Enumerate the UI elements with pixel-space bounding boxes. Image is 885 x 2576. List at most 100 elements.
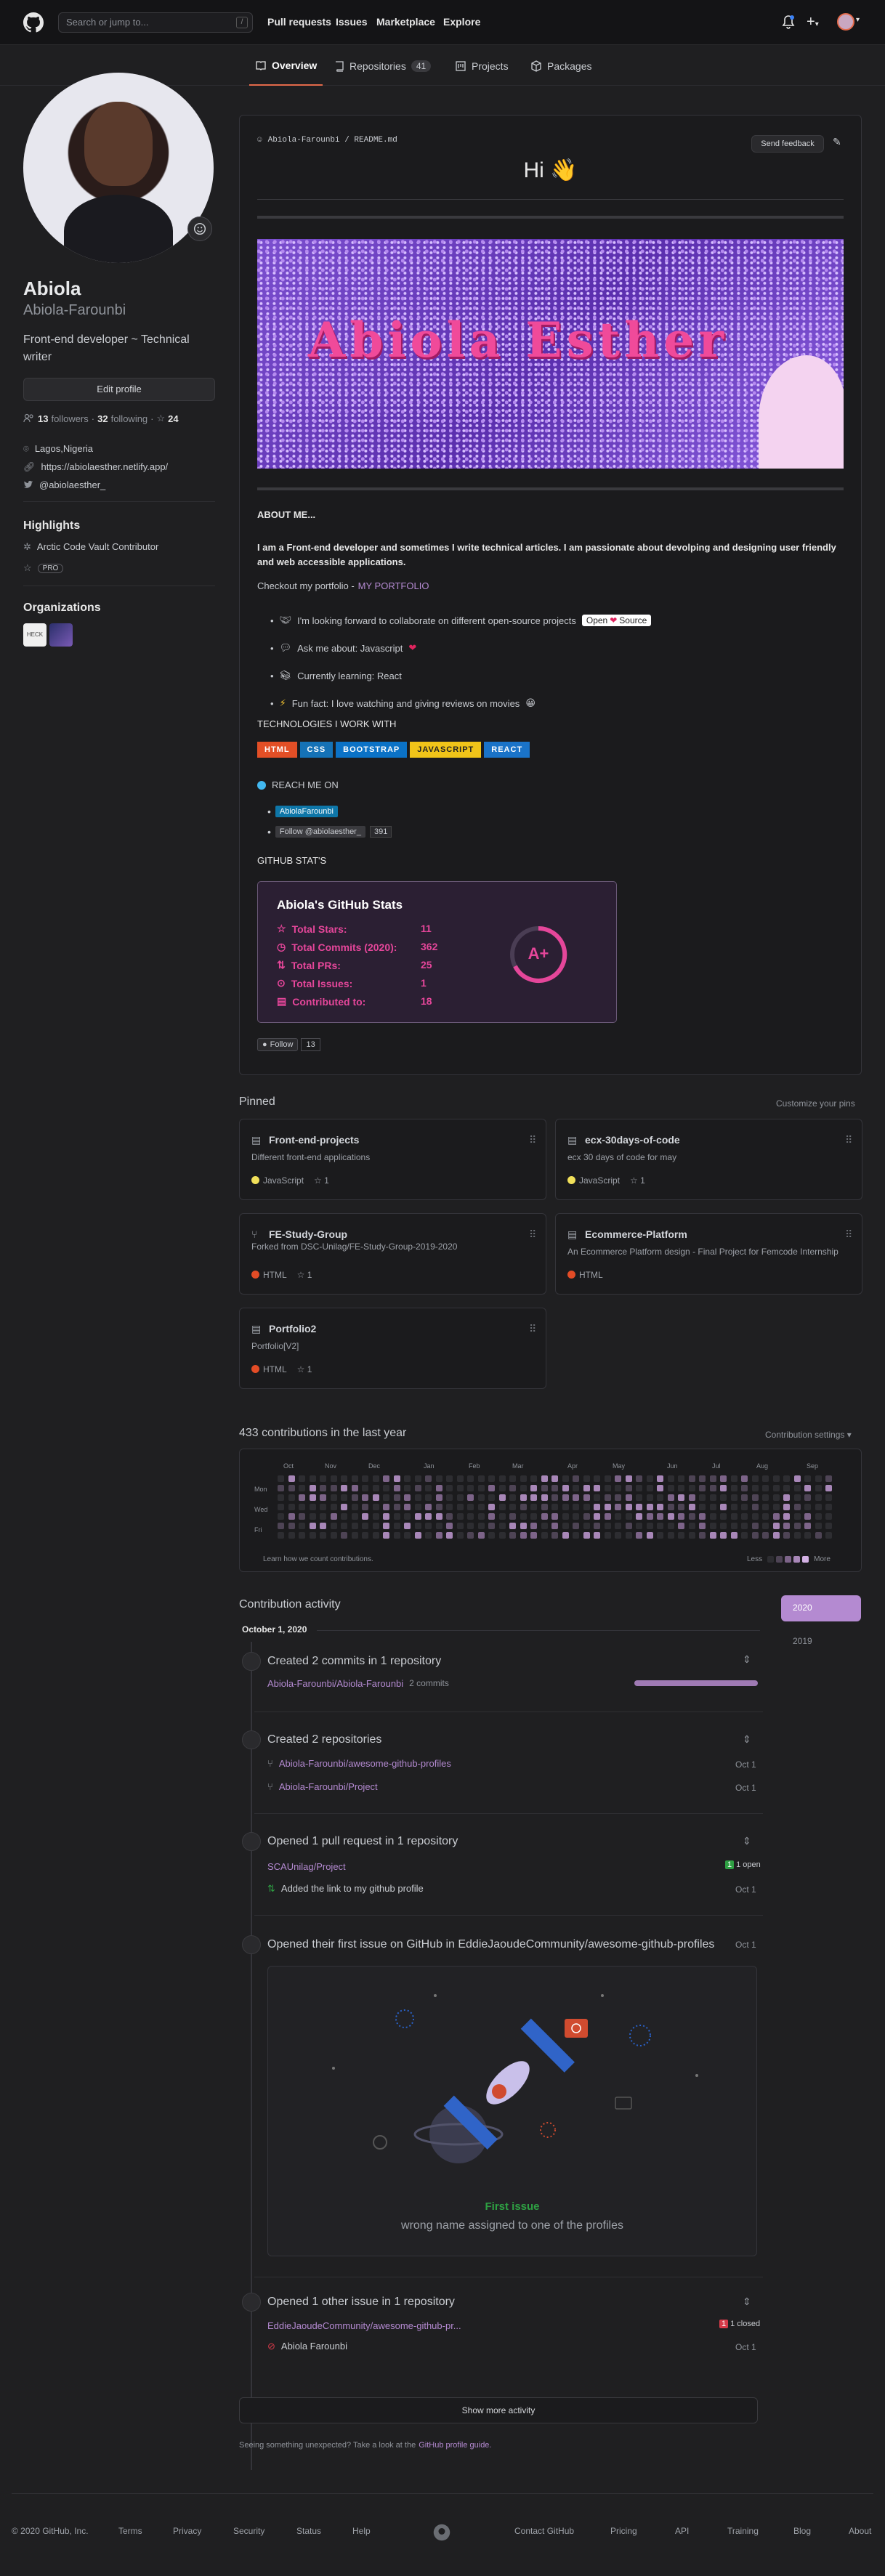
linkedin-badge[interactable]: AbiolaFarounbi <box>275 806 338 817</box>
contribution-day[interactable] <box>720 1475 727 1482</box>
contribution-day[interactable] <box>699 1523 706 1529</box>
contribution-day[interactable] <box>488 1523 495 1529</box>
contribution-day[interactable] <box>446 1485 453 1491</box>
contribution-day[interactable] <box>362 1485 368 1491</box>
footer-link-security[interactable]: Security <box>233 2526 264 2536</box>
contribution-day[interactable] <box>320 1504 326 1510</box>
contribution-day[interactable] <box>520 1513 527 1520</box>
followers-count[interactable]: 13 <box>38 413 48 424</box>
contribution-day[interactable] <box>446 1475 453 1482</box>
contribution-day[interactable] <box>604 1475 611 1482</box>
contribution-day[interactable] <box>383 1513 389 1520</box>
contribution-day[interactable] <box>762 1504 769 1510</box>
contribution-day[interactable] <box>351 1523 358 1529</box>
contribution-settings-dropdown[interactable]: Contribution settings ▾ <box>765 1430 852 1440</box>
contribution-day[interactable] <box>688 1475 695 1482</box>
contribution-day[interactable] <box>730 1523 738 1529</box>
contribution-day[interactable] <box>509 1532 516 1539</box>
pinned-repo-card[interactable]: ▤ ecx-30days-of-code ⠿ ecx 30 days of co… <box>555 1119 862 1200</box>
contribution-day[interactable] <box>825 1532 832 1539</box>
contribution-day[interactable] <box>330 1532 337 1539</box>
contribution-day[interactable] <box>351 1513 358 1520</box>
contribution-day[interactable] <box>372 1475 379 1482</box>
plus-icon[interactable]: +▾ <box>807 14 819 31</box>
contribution-day[interactable] <box>688 1513 695 1520</box>
contribution-day[interactable] <box>278 1494 284 1501</box>
contribution-day[interactable] <box>456 1532 464 1539</box>
contribution-day[interactable] <box>562 1523 569 1529</box>
contribution-day[interactable] <box>699 1494 706 1501</box>
contribution-day[interactable] <box>772 1532 780 1539</box>
tab-repositories[interactable]: Repositories 41 <box>334 46 432 86</box>
bell-icon[interactable] <box>782 15 795 29</box>
contribution-day[interactable] <box>467 1494 474 1501</box>
contribution-day[interactable] <box>678 1513 684 1520</box>
contribution-day[interactable] <box>404 1523 411 1529</box>
contribution-day[interactable] <box>467 1485 474 1491</box>
contribution-day[interactable] <box>793 1504 801 1510</box>
pr-summary[interactable]: Opened 1 pull request in 1 repository <box>267 1835 458 1848</box>
contribution-day[interactable] <box>615 1475 621 1482</box>
contribution-day[interactable] <box>751 1523 759 1529</box>
contribution-day[interactable] <box>636 1523 642 1529</box>
contribution-day[interactable] <box>741 1504 748 1510</box>
contribution-day[interactable] <box>793 1523 801 1529</box>
contribution-day[interactable] <box>688 1494 695 1501</box>
contribution-day[interactable] <box>541 1523 548 1529</box>
contribution-day[interactable] <box>594 1513 600 1520</box>
contribution-day[interactable] <box>372 1485 379 1491</box>
contribution-day[interactable] <box>477 1485 485 1491</box>
contribution-day[interactable] <box>488 1504 495 1510</box>
contribution-day[interactable] <box>688 1504 695 1510</box>
contribution-day[interactable] <box>667 1504 674 1510</box>
contribution-day[interactable] <box>299 1513 305 1520</box>
contribution-day[interactable] <box>594 1485 600 1491</box>
pinned-repo-name[interactable]: FE-Study-Group <box>269 1228 347 1240</box>
contribution-day[interactable] <box>362 1504 368 1510</box>
contribution-day[interactable] <box>498 1523 506 1529</box>
contribution-day[interactable] <box>573 1494 579 1501</box>
contribution-day[interactable] <box>646 1485 653 1491</box>
contribution-day[interactable] <box>551 1475 558 1482</box>
github-logo-icon[interactable] <box>23 12 44 33</box>
contribution-day[interactable] <box>720 1485 727 1491</box>
contribution-day[interactable] <box>783 1475 790 1482</box>
contribution-day[interactable] <box>320 1475 326 1482</box>
contribution-day[interactable] <box>793 1513 801 1520</box>
contribution-day[interactable] <box>509 1513 516 1520</box>
twitter-follow-button[interactable]: Follow @abiolaesther_ <box>275 826 365 838</box>
contribution-day[interactable] <box>604 1532 611 1539</box>
contribution-day[interactable] <box>414 1523 421 1529</box>
followers-label[interactable]: followers <box>51 413 88 424</box>
twitter-handle[interactable]: @abiolaesther_ <box>39 479 105 490</box>
contribution-day[interactable] <box>636 1513 642 1520</box>
contribution-day[interactable] <box>646 1494 653 1501</box>
footer-link-contact[interactable]: Contact GitHub <box>514 2526 574 2536</box>
pinned-repo-card[interactable]: ⑂ FE-Study-Group ⠿ Forked from DSC-Unila… <box>239 1213 546 1295</box>
contribution-day[interactable] <box>404 1494 411 1501</box>
contribution-day[interactable] <box>699 1504 706 1510</box>
contribution-day[interactable] <box>477 1494 485 1501</box>
footer-link-training[interactable]: Training <box>727 2526 759 2536</box>
contribution-day[interactable] <box>551 1504 558 1510</box>
contribution-day[interactable] <box>657 1494 663 1501</box>
contribution-day[interactable] <box>551 1494 558 1501</box>
contribution-day[interactable] <box>615 1532 621 1539</box>
contribution-day[interactable] <box>288 1475 295 1482</box>
year-2019-link[interactable]: 2019 <box>793 1636 812 1646</box>
contribution-day[interactable] <box>825 1494 832 1501</box>
contribution-day[interactable] <box>435 1494 442 1501</box>
pinned-repo-name[interactable]: Front-end-projects <box>269 1134 359 1146</box>
contribution-day[interactable] <box>498 1485 506 1491</box>
contribution-day[interactable] <box>530 1513 537 1520</box>
contribution-day[interactable] <box>541 1532 548 1539</box>
tab-projects[interactable]: Projects <box>455 46 509 86</box>
contribution-day[interactable] <box>573 1532 579 1539</box>
contribution-day[interactable] <box>425 1523 432 1529</box>
fold-icon[interactable]: ⇕ <box>743 1653 751 1666</box>
following-count[interactable]: 32 <box>97 413 108 424</box>
contribution-day[interactable] <box>393 1523 400 1529</box>
contribution-day[interactable] <box>657 1504 663 1510</box>
drag-handle-icon[interactable]: ⠿ <box>845 1228 852 1241</box>
contribution-day[interactable] <box>509 1475 516 1482</box>
